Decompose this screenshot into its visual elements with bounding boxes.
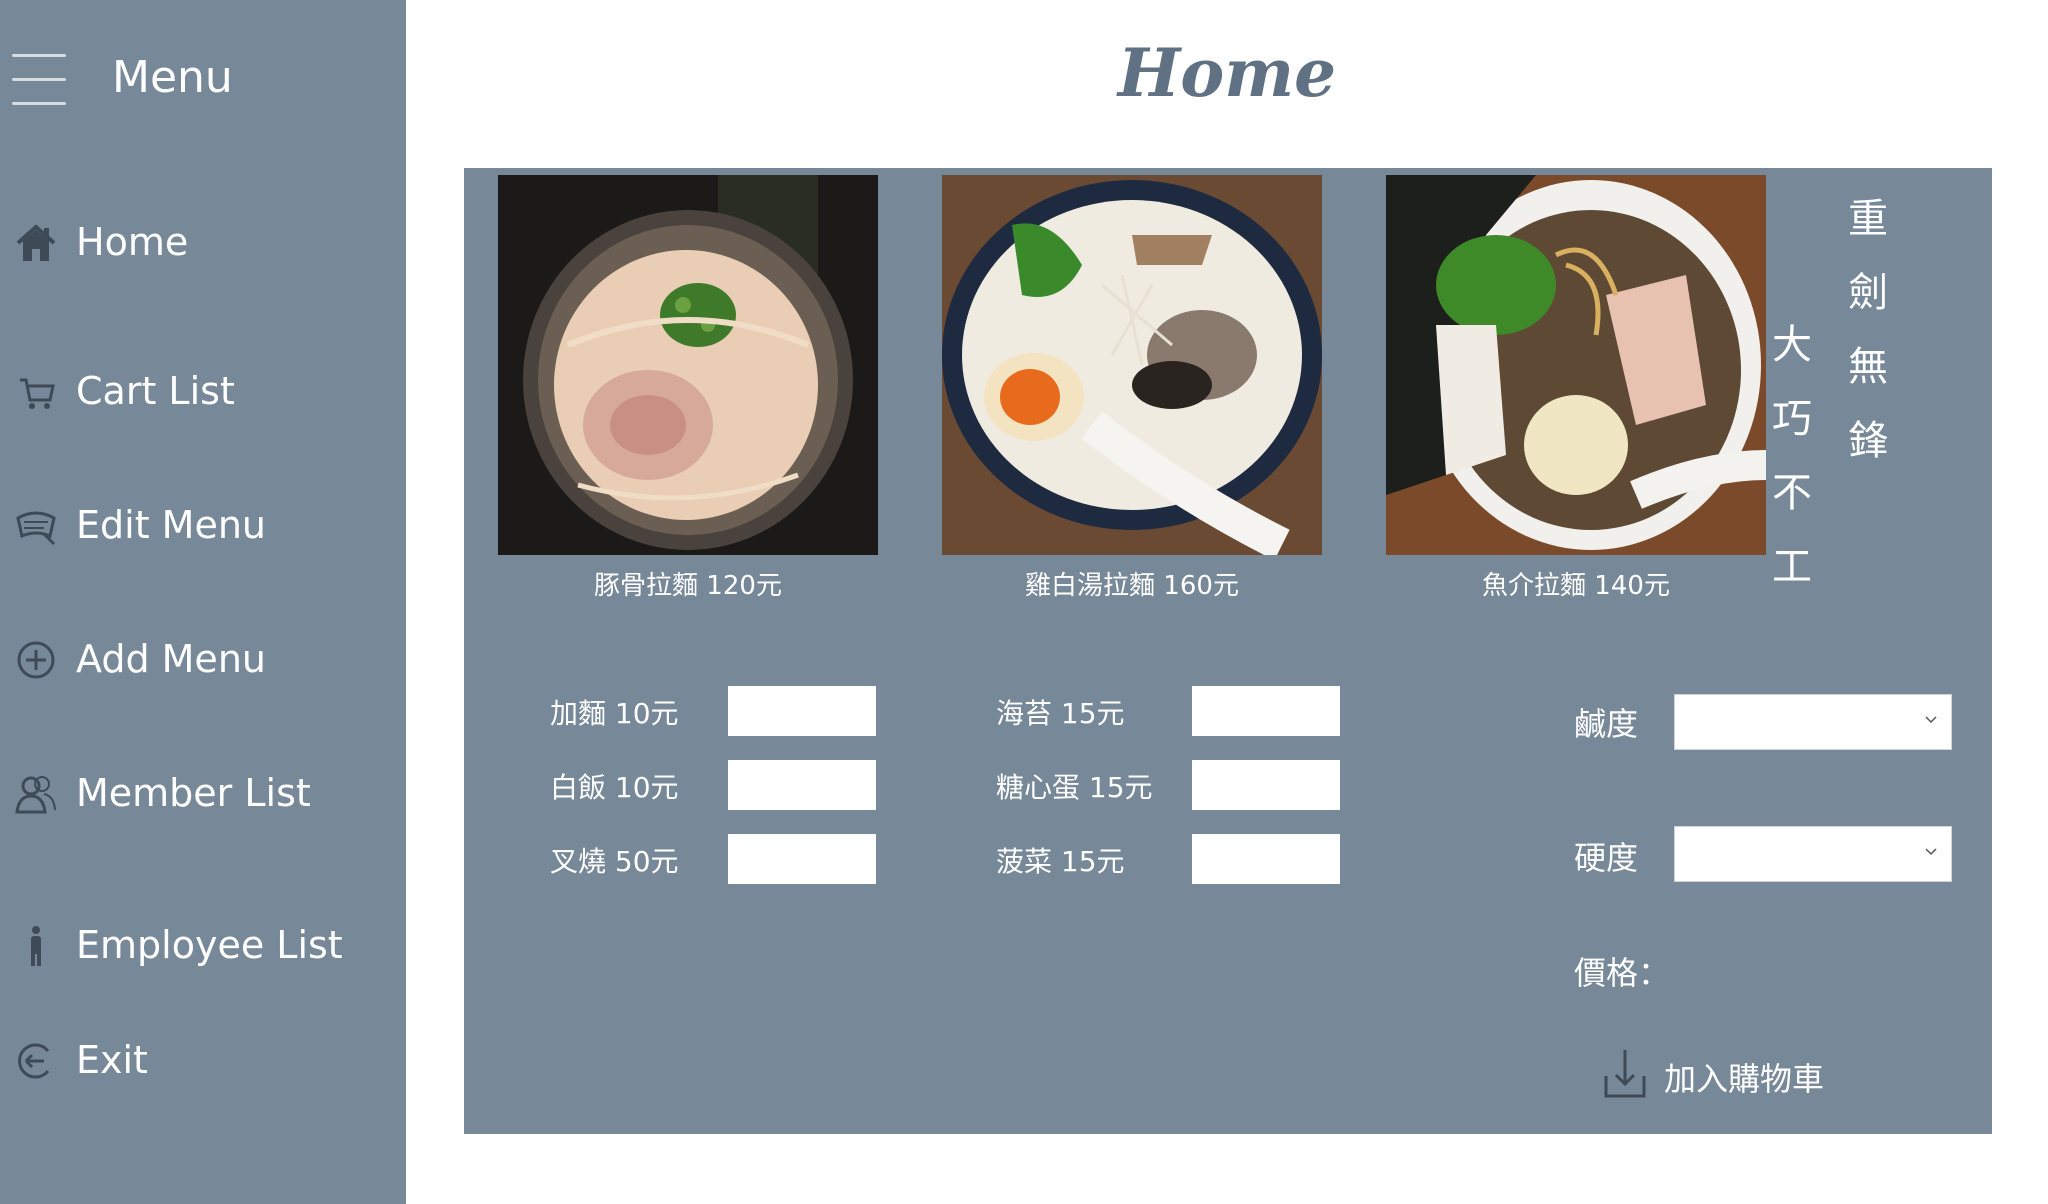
sidebar-item-label: Exit: [76, 1038, 148, 1082]
extra-noodles-input[interactable]: [728, 686, 876, 736]
motto-char: 工: [1772, 544, 1812, 590]
motto-char: 大: [1772, 322, 1812, 368]
addon-label: 糖心蛋 15元: [996, 771, 1153, 804]
spinach-input[interactable]: [1192, 834, 1340, 884]
motto-right-column: 重 劍 無 鋒: [1838, 182, 1898, 478]
sidebar-item-label: Employee List: [76, 923, 343, 967]
food-caption: 豚骨拉麵 120元: [594, 571, 782, 601]
addon-rice: 白飯 10元: [550, 760, 876, 810]
menu-header: Menu: [0, 40, 406, 120]
plus-circle-icon: [17, 641, 55, 679]
menu-title: Menu: [112, 52, 233, 103]
add-to-cart-label: 加入購物車: [1664, 1060, 1825, 1098]
page-title: Home: [1117, 34, 1337, 112]
sidebar-item-label: Edit Menu: [76, 503, 266, 547]
price-label: 價格：: [1574, 954, 1671, 992]
sidebar-item-member-list[interactable]: Member List: [0, 757, 406, 827]
cart-icon: [20, 378, 55, 409]
nori-input[interactable]: [1192, 686, 1340, 736]
tori-paitan-ramen-photo: [942, 175, 1322, 555]
edit-menu-icon: [16, 511, 56, 546]
sidebar: Menu Home Cart List Edit Menu Add Menu M…: [0, 0, 406, 1204]
addon-egg: 糖心蛋 15元: [996, 760, 1340, 810]
sidebar-item-exit[interactable]: Exit: [0, 1024, 406, 1094]
motto-char: 無: [1848, 344, 1888, 390]
firmness-select[interactable]: [1674, 826, 1952, 882]
sidebar-item-employee-list[interactable]: Employee List: [0, 909, 406, 979]
sidebar-item-label: Home: [76, 220, 189, 264]
content-panel: 豚骨拉麵 120元 雞白湯拉麵 160元 魚介拉麵 140元 重 劍 無 鋒 大…: [464, 168, 1992, 1134]
exit-icon: [18, 1043, 50, 1079]
users-icon: [15, 776, 56, 814]
tonkotsu-ramen-photo: [498, 175, 878, 555]
motto-char: 不: [1772, 470, 1812, 516]
saltiness-select[interactable]: [1674, 694, 1952, 750]
addon-label: 白飯 10元: [550, 771, 679, 804]
sidebar-item-label: Cart List: [76, 369, 235, 413]
food-caption: 魚介拉麵 140元: [1482, 571, 1670, 601]
motto-char: 巧: [1772, 396, 1812, 442]
sidebar-item-add-menu[interactable]: Add Menu: [0, 623, 406, 693]
chevron-down-icon: [1925, 848, 1937, 856]
app-window: Menu Home Cart List Edit Menu Add Menu M…: [0, 0, 2048, 1204]
addon-spinach: 菠菜 15元: [996, 834, 1340, 884]
add-to-cart-button[interactable]: 加入購物車: [1602, 1046, 1862, 1102]
addon-label: 加麵 10元: [550, 697, 679, 730]
addon-chashu: 叉燒 50元: [550, 834, 876, 884]
motto-left-column: 大 巧 不 工: [1762, 308, 1822, 604]
egg-input[interactable]: [1192, 760, 1340, 810]
hamburger-menu-icon[interactable]: [12, 54, 66, 106]
addon-label: 海苔 15元: [996, 697, 1125, 730]
chevron-down-icon: [1925, 716, 1937, 724]
addon-nori: 海苔 15元: [996, 686, 1340, 736]
food-caption: 雞白湯拉麵 160元: [1025, 571, 1239, 601]
sidebar-item-label: Add Menu: [76, 637, 266, 681]
home-icon: [16, 224, 56, 261]
addon-extra-noodles: 加麵 10元: [550, 686, 876, 736]
sidebar-item-home[interactable]: Home: [0, 206, 406, 276]
sidebar-item-label: Member List: [76, 771, 311, 815]
addon-label: 叉燒 50元: [550, 845, 679, 878]
motto-char: 鋒: [1848, 418, 1888, 464]
firmness-label: 硬度: [1574, 839, 1639, 877]
motto-char: 劍: [1848, 270, 1888, 316]
sidebar-item-edit-menu[interactable]: Edit Menu: [0, 489, 406, 559]
sidebar-item-cart-list[interactable]: Cart List: [0, 355, 406, 425]
saltiness-label: 鹹度: [1574, 705, 1639, 743]
rice-input[interactable]: [728, 760, 876, 810]
download-arrow-icon: [1604, 1050, 1646, 1098]
gyokai-ramen-photo: [1386, 175, 1766, 555]
person-icon: [31, 926, 41, 966]
chashu-input[interactable]: [728, 834, 876, 884]
addon-label: 菠菜 15元: [996, 845, 1125, 878]
motto-char: 重: [1848, 196, 1888, 242]
